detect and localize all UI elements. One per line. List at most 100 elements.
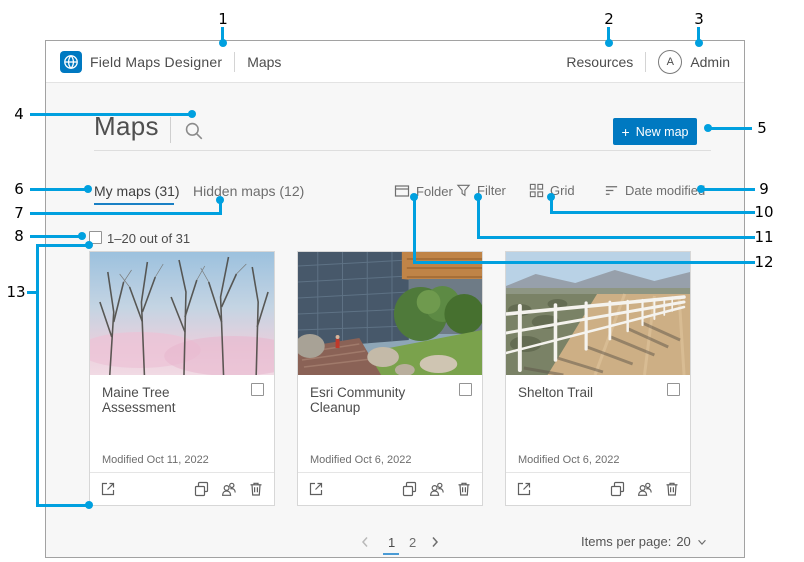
title-separator — [170, 117, 171, 143]
callout-number-1: 1 — [218, 10, 228, 28]
delete-icon[interactable] — [664, 481, 680, 497]
page-1-button[interactable]: 1 — [388, 535, 395, 550]
share-group-icon[interactable] — [221, 481, 237, 497]
callout-dot — [547, 193, 555, 201]
callout-number-6: 6 — [14, 180, 24, 198]
map-thumbnail-shelton-trail[interactable] — [506, 252, 690, 375]
callout-line — [413, 196, 416, 264]
folder-button[interactable]: Folder — [394, 183, 453, 199]
callout-number-10: 10 — [754, 203, 773, 221]
callout-number-4: 4 — [14, 105, 24, 123]
header-separator-right — [645, 52, 646, 72]
callout-line — [36, 244, 89, 247]
page-2-button[interactable]: 2 — [409, 535, 416, 550]
delete-icon[interactable] — [456, 481, 472, 497]
callout-line — [30, 212, 222, 215]
callout-dot — [85, 241, 93, 249]
callout-line — [708, 127, 752, 130]
chevron-left-icon[interactable] — [360, 535, 370, 549]
callout-number-11: 11 — [754, 228, 773, 246]
active-tab-underline — [94, 203, 174, 205]
plus-icon: + — [622, 125, 630, 139]
callout-number-8: 8 — [14, 227, 24, 245]
callout-dot — [704, 124, 712, 132]
callout-dot — [697, 185, 705, 193]
callout-dot — [695, 39, 703, 47]
items-per-page-select[interactable]: Items per page: 20 — [581, 534, 708, 549]
share-group-icon[interactable] — [637, 481, 653, 497]
map-card-title: Esri Community Cleanup — [310, 385, 450, 415]
callout-number-13: 13 — [6, 283, 25, 301]
app-header: Field Maps Designer Maps Resources A Adm… — [46, 41, 744, 83]
folder-label: Folder — [416, 184, 453, 199]
items-per-page-label: Items per page: — [581, 534, 671, 549]
open-map-icon[interactable] — [100, 481, 116, 497]
callout-number-5: 5 — [757, 119, 767, 137]
duplicate-icon[interactable] — [610, 481, 626, 497]
tab-hidden-maps[interactable]: Hidden maps (12) — [193, 183, 304, 199]
active-page-underline — [383, 553, 399, 555]
user-name[interactable]: Admin — [690, 54, 730, 70]
callout-number-12: 12 — [754, 253, 773, 271]
nav-maps[interactable]: Maps — [247, 54, 281, 70]
items-per-page-value: 20 — [676, 534, 690, 549]
esri-logo — [60, 51, 82, 73]
chevron-right-icon[interactable] — [430, 535, 440, 549]
map-card[interactable]: Esri Community Cleanup Modified Oct 6, 2… — [297, 251, 483, 506]
avatar[interactable]: A — [658, 50, 682, 74]
map-thumbnail-maine-tree-assessment[interactable] — [90, 252, 274, 375]
callout-line — [36, 504, 89, 507]
map-card-title: Maine Tree Assessment — [102, 385, 242, 415]
callout-line — [701, 188, 755, 191]
callout-dot — [216, 196, 224, 204]
map-card-title: Shelton Trail — [518, 385, 593, 400]
callout-line — [36, 244, 39, 507]
callout-dot — [188, 110, 196, 118]
search-icon[interactable] — [184, 121, 204, 141]
callout-number-9: 9 — [759, 180, 769, 198]
title-divider — [94, 150, 711, 151]
app-window: Field Maps Designer Maps Resources A Adm… — [45, 40, 745, 558]
callout-line — [550, 211, 755, 214]
new-map-label: New map — [636, 125, 689, 139]
callout-number-3: 3 — [694, 10, 704, 28]
duplicate-icon[interactable] — [402, 481, 418, 497]
callout-line — [477, 196, 480, 239]
callout-number-7: 7 — [14, 204, 24, 222]
callout-dot — [85, 501, 93, 509]
duplicate-icon[interactable] — [194, 481, 210, 497]
callout-line — [30, 235, 82, 238]
callout-line — [413, 261, 755, 264]
header-separator — [234, 52, 235, 72]
callout-line — [30, 113, 192, 116]
callout-dot — [219, 39, 227, 47]
map-card[interactable]: Shelton Trail Modified Oct 6, 2022 — [505, 251, 691, 506]
map-card-footer — [506, 472, 690, 505]
open-map-icon[interactable] — [516, 481, 532, 497]
callout-line — [30, 188, 88, 191]
new-map-button[interactable]: + New map — [613, 118, 697, 145]
sort-button[interactable]: Date modified — [604, 183, 705, 198]
tab-my-maps[interactable]: My maps (31) — [94, 183, 180, 199]
callout-dot — [410, 193, 418, 201]
callout-dot — [84, 185, 92, 193]
callout-dot — [78, 232, 86, 240]
sort-icon — [604, 183, 619, 198]
map-card[interactable]: Maine Tree Assessment Modified Oct 11, 2… — [89, 251, 275, 506]
map-card-footer — [298, 472, 482, 505]
nav-resources[interactable]: Resources — [566, 54, 633, 70]
map-card-checkbox[interactable] — [459, 383, 472, 396]
grid-icon — [529, 183, 544, 198]
map-card-checkbox[interactable] — [251, 383, 264, 396]
map-thumbnail-esri-community-cleanup[interactable] — [298, 252, 482, 375]
filter-icon — [456, 183, 471, 198]
share-group-icon[interactable] — [429, 481, 445, 497]
open-map-icon[interactable] — [308, 481, 324, 497]
delete-icon[interactable] — [248, 481, 264, 497]
chevron-down-icon — [696, 536, 708, 548]
callout-number-2: 2 — [604, 10, 614, 28]
map-card-footer — [90, 472, 274, 505]
map-card-modified: Modified Oct 11, 2022 — [102, 454, 209, 466]
map-card-checkbox[interactable] — [667, 383, 680, 396]
callout-dot — [605, 39, 613, 47]
